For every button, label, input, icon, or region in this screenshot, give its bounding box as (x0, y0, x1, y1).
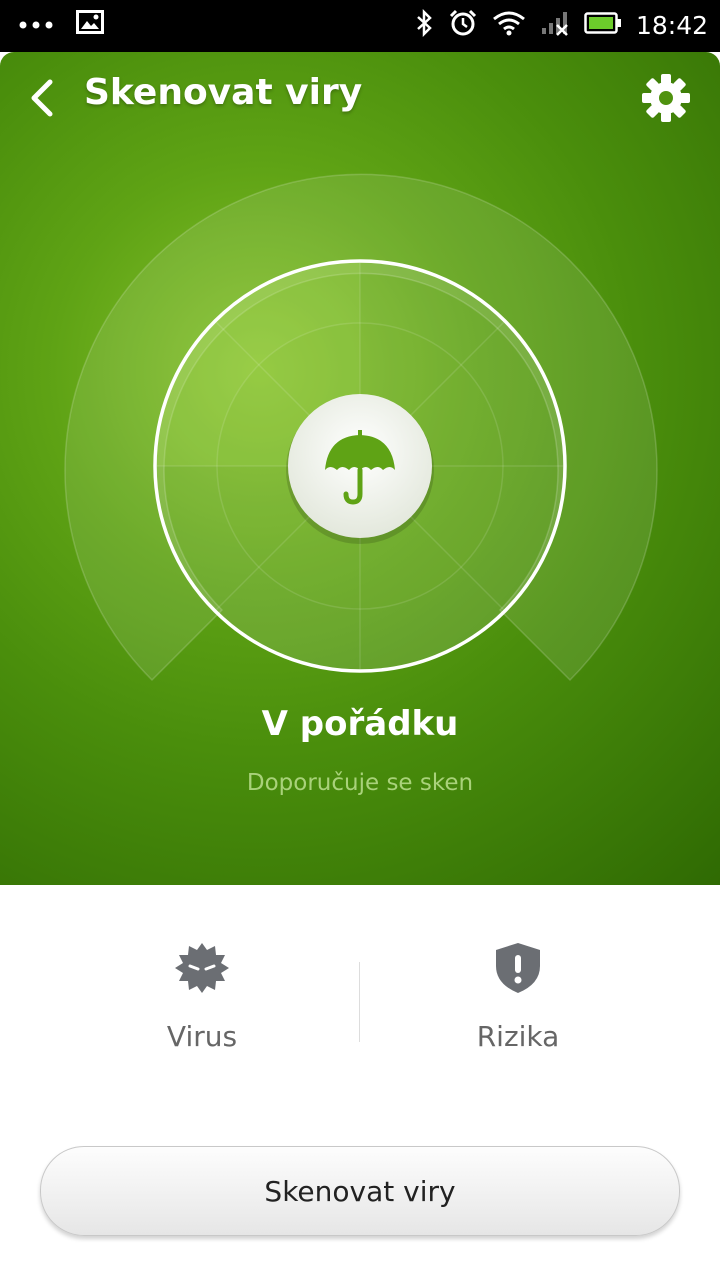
bluetooth-icon (414, 8, 434, 41)
battery-icon (584, 11, 622, 39)
back-arrow-icon[interactable] (22, 76, 66, 120)
scan-status-panel: Skenovat viry V pořádku Doporučuje se sk… (0, 52, 720, 885)
umbrella-icon (325, 430, 395, 505)
more-dots-icon (18, 15, 54, 34)
stats-divider (359, 962, 360, 1042)
wifi-icon (492, 10, 526, 40)
image-notification-icon (76, 10, 104, 38)
page-title: Skenovat viry (84, 72, 363, 113)
risks-category[interactable]: Rizika (338, 940, 698, 1053)
status-subtitle: Doporučuje se sken (246, 770, 474, 796)
clock-time: 18:42 (635, 10, 708, 40)
signal-icon (540, 10, 570, 40)
virus-label: Virus (166, 1020, 238, 1053)
status-title: V pořádku (261, 704, 459, 744)
gear-icon[interactable] (640, 72, 692, 124)
virus-icon (175, 943, 229, 993)
virus-category[interactable]: Virus (22, 940, 382, 1053)
status-bar: 18:42 (0, 0, 720, 52)
scan-categories: Virus Rizika (0, 940, 720, 1090)
scan-viruses-button[interactable]: Skenovat viry (40, 1146, 680, 1236)
risks-label: Rizika (476, 1020, 560, 1053)
alarm-icon (448, 8, 478, 42)
shield-alert-icon (496, 943, 540, 993)
